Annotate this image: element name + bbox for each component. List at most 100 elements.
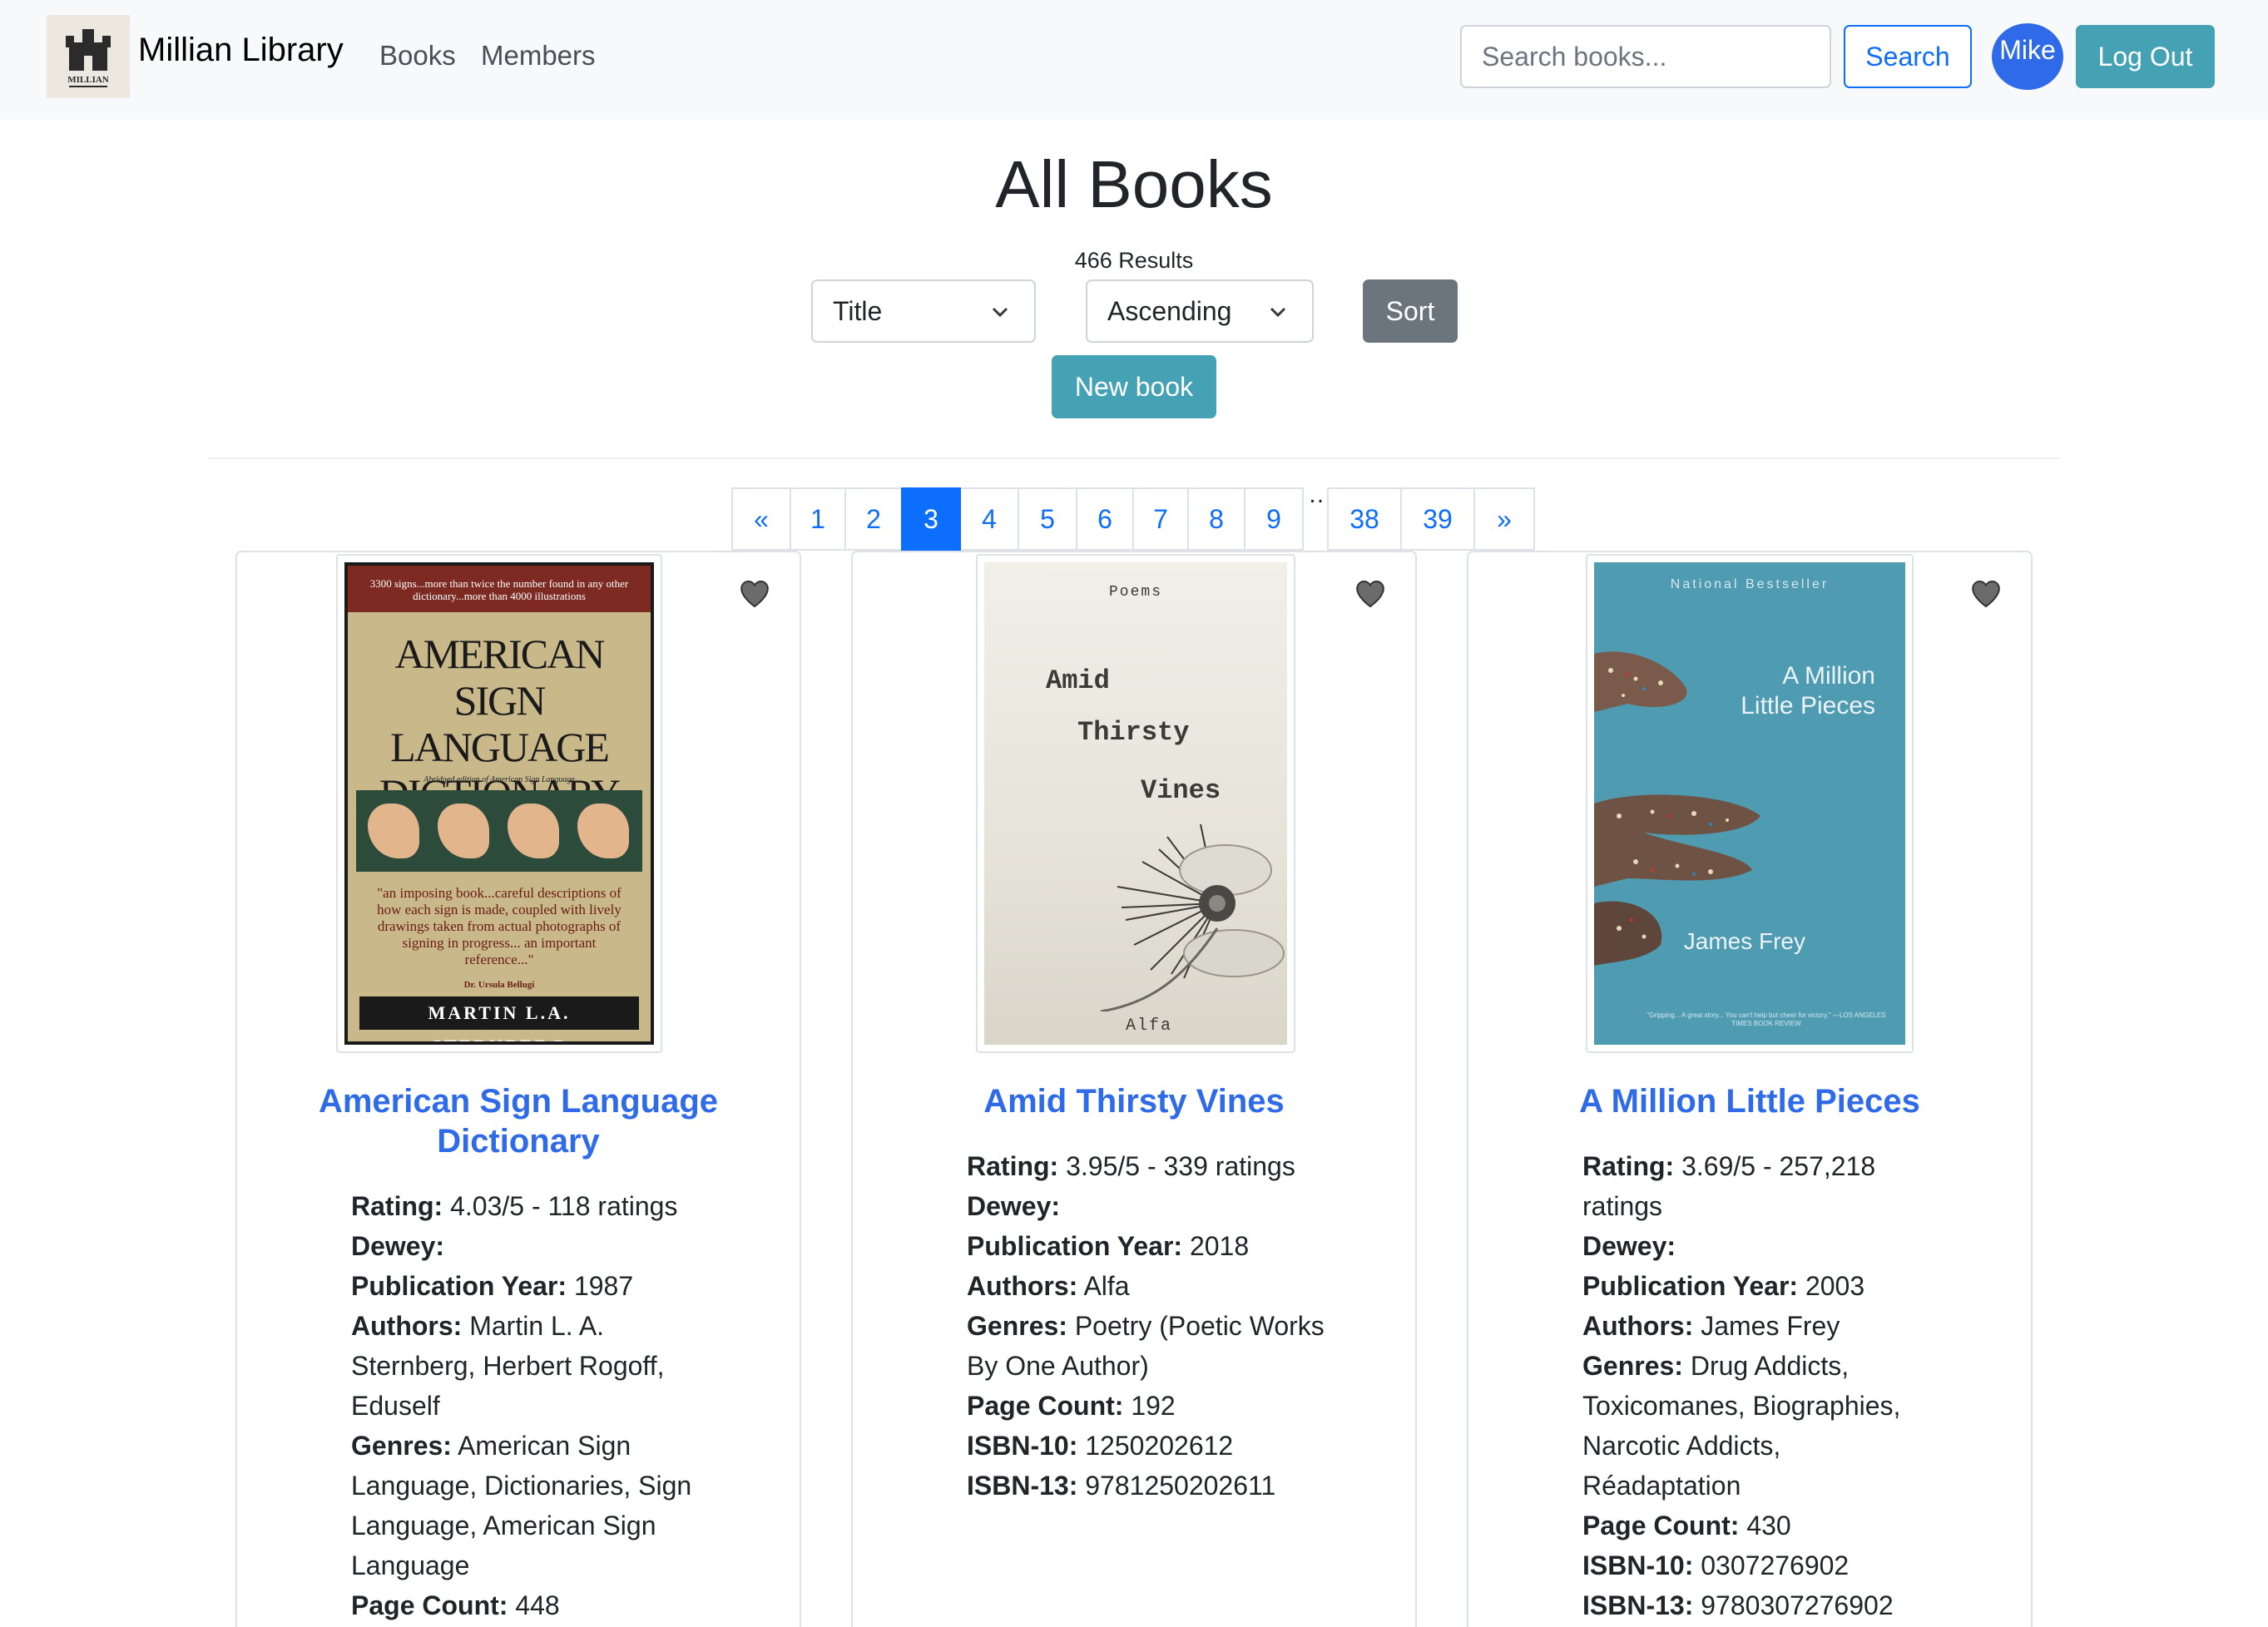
isbn10-value: 1250202612: [1085, 1431, 1234, 1461]
book-title-link[interactable]: A Million Little Pieces: [1468, 1081, 2031, 1121]
book-details: Rating: 3.69/5 - 257,218 ratings Dewey: …: [1582, 1146, 1940, 1625]
navbar: MILLIAN Millian Library Books Members Se…: [0, 0, 2268, 120]
cover-top-text: 3300 signs...more than twice the number …: [348, 566, 651, 612]
heart-icon[interactable]: [1354, 577, 1387, 611]
page-prev[interactable]: «: [731, 487, 791, 551]
page-3[interactable]: 3: [901, 487, 961, 551]
page-39[interactable]: 39: [1400, 487, 1475, 551]
sort-order-select[interactable]: Ascending: [1086, 279, 1314, 343]
search-button[interactable]: Search: [1844, 25, 1972, 88]
isbn10-label: ISBN-10:: [967, 1431, 1078, 1461]
rating-label: Rating:: [351, 1191, 443, 1221]
rating-label: Rating:: [967, 1151, 1059, 1181]
page-7[interactable]: 7: [1132, 487, 1189, 551]
brand-name[interactable]: Millian Library: [138, 32, 344, 69]
authors-value: Alfa: [1083, 1271, 1130, 1301]
genres-label: Genres:: [1582, 1351, 1683, 1381]
genres-label: Genres:: [351, 1431, 452, 1461]
pages-label: Page Count:: [1582, 1511, 1740, 1540]
rating-value: 3.95/5 - 339 ratings: [1066, 1151, 1295, 1181]
nav-members[interactable]: Members: [481, 40, 596, 72]
book-card: National Bestseller A Million Little Pie…: [1467, 551, 2033, 1627]
isbn13-value: 9781250202611: [1085, 1471, 1276, 1501]
cover-quote: "an imposing book...careful descriptions…: [377, 885, 621, 967]
divider: [208, 457, 2060, 459]
page-4[interactable]: 4: [959, 487, 1019, 551]
page-5[interactable]: 5: [1018, 487, 1077, 551]
svg-text:MILLIAN: MILLIAN: [67, 75, 109, 85]
cover-art: National Bestseller A Million Little Pie…: [1594, 562, 1905, 1045]
heart-icon[interactable]: [738, 577, 771, 611]
sort-field-value: Title: [833, 295, 883, 326]
year-label: Publication Year:: [1582, 1271, 1799, 1301]
isbn13-label: ISBN-13:: [967, 1471, 1078, 1501]
cover-art: 3300 signs...more than twice the number …: [344, 562, 654, 1045]
book-details: Rating: 4.03/5 - 118 ratings Dewey: Publ…: [351, 1186, 709, 1625]
library-logo[interactable]: MILLIAN: [47, 15, 130, 98]
page-38[interactable]: 38: [1327, 487, 1402, 551]
cover-author: MARTIN L.A. STERNBERG: [359, 996, 639, 1041]
rating-value: 4.03/5 - 118 ratings: [450, 1191, 678, 1221]
book-cover[interactable]: Poems Amid Thirsty Vines Alfa: [976, 554, 1295, 1053]
cover-line2: Thirsty: [1077, 717, 1190, 748]
isbn13-label: ISBN-13:: [1582, 1590, 1694, 1620]
cover-hands-illustration: [356, 790, 642, 872]
cover-art: Poems Amid Thirsty Vines Alfa: [984, 562, 1287, 1045]
page-next[interactable]: »: [1473, 487, 1535, 551]
authors-value: James Frey: [1701, 1311, 1840, 1341]
book-card: Poems Amid Thirsty Vines Alfa Amid Thirs…: [851, 551, 1417, 1627]
cover-kicker: National Bestseller: [1670, 577, 1830, 591]
isbn10-label: ISBN-10:: [1582, 1550, 1694, 1580]
page-2[interactable]: 2: [844, 487, 903, 551]
isbn13-value: 9780307276902: [1701, 1590, 1894, 1620]
logout-button[interactable]: Log Out: [2076, 25, 2215, 88]
cover-line1: Amid: [1046, 665, 1110, 696]
book-cover[interactable]: National Bestseller A Million Little Pie…: [1586, 554, 1914, 1053]
year-value: 2003: [1805, 1271, 1865, 1301]
search-input[interactable]: [1460, 25, 1831, 88]
genres-label: Genres:: [967, 1311, 1067, 1341]
user-avatar[interactable]: Mike: [1992, 23, 2063, 90]
chevron-down-icon: [1270, 307, 1286, 318]
dewey-label: Dewey:: [967, 1191, 1061, 1221]
year-label: Publication Year:: [351, 1271, 567, 1301]
book-cover[interactable]: 3300 signs...more than twice the number …: [336, 554, 662, 1053]
nav-books[interactable]: Books: [379, 40, 456, 72]
castle-icon: MILLIAN: [66, 29, 111, 87]
rating-label: Rating:: [1582, 1151, 1675, 1181]
results-count: 466 Results: [1074, 248, 1194, 273]
cover-line1: A Million: [1782, 662, 1875, 690]
authors-label: Authors:: [351, 1311, 463, 1341]
passion-flower-illustration: [1100, 823, 1285, 1011]
cover-author: Alfa: [1126, 1016, 1173, 1036]
isbn10-value: 0307276902: [1701, 1550, 1850, 1580]
pages-label: Page Count:: [967, 1391, 1124, 1421]
page-1[interactable]: 1: [790, 487, 846, 551]
pages-label: Page Count:: [351, 1590, 508, 1620]
book-card: 3300 signs...more than twice the number …: [235, 551, 801, 1627]
pages-value: 192: [1131, 1391, 1176, 1421]
cover-author: James Frey: [1683, 928, 1805, 954]
cover-subtitle: Abridged edition of American Sign Langua…: [423, 775, 575, 784]
heart-icon[interactable]: [1969, 577, 2003, 611]
new-book-button[interactable]: New book: [1052, 355, 1216, 418]
page-9[interactable]: 9: [1244, 487, 1304, 551]
cover-quote-by: Dr. Ursula Bellugi: [463, 980, 535, 990]
sort-button[interactable]: Sort: [1363, 279, 1458, 343]
sort-order-value: Ascending: [1107, 295, 1232, 326]
page-6[interactable]: 6: [1076, 487, 1134, 551]
year-label: Publication Year:: [967, 1231, 1183, 1261]
cover-title: AMERICAN SIGN LANGUAGE DICTIONARY: [379, 631, 621, 817]
cover-line3: Vines: [1141, 775, 1221, 806]
year-value: 2018: [1189, 1231, 1250, 1261]
year-value: 1987: [573, 1271, 634, 1301]
authors-label: Authors:: [1582, 1311, 1694, 1341]
cover-blurb: "Gripping... A great story... You can't …: [1647, 1011, 1886, 1027]
book-title-link[interactable]: Amid Thirsty Vines: [853, 1081, 1415, 1121]
dewey-label: Dewey:: [351, 1231, 445, 1261]
authors-label: Authors:: [967, 1271, 1078, 1301]
book-title-link[interactable]: American Sign Language Dictionary: [237, 1081, 800, 1161]
page-8[interactable]: 8: [1187, 487, 1245, 551]
sort-field-select[interactable]: Title: [811, 279, 1036, 343]
pages-value: 430: [1746, 1511, 1791, 1540]
